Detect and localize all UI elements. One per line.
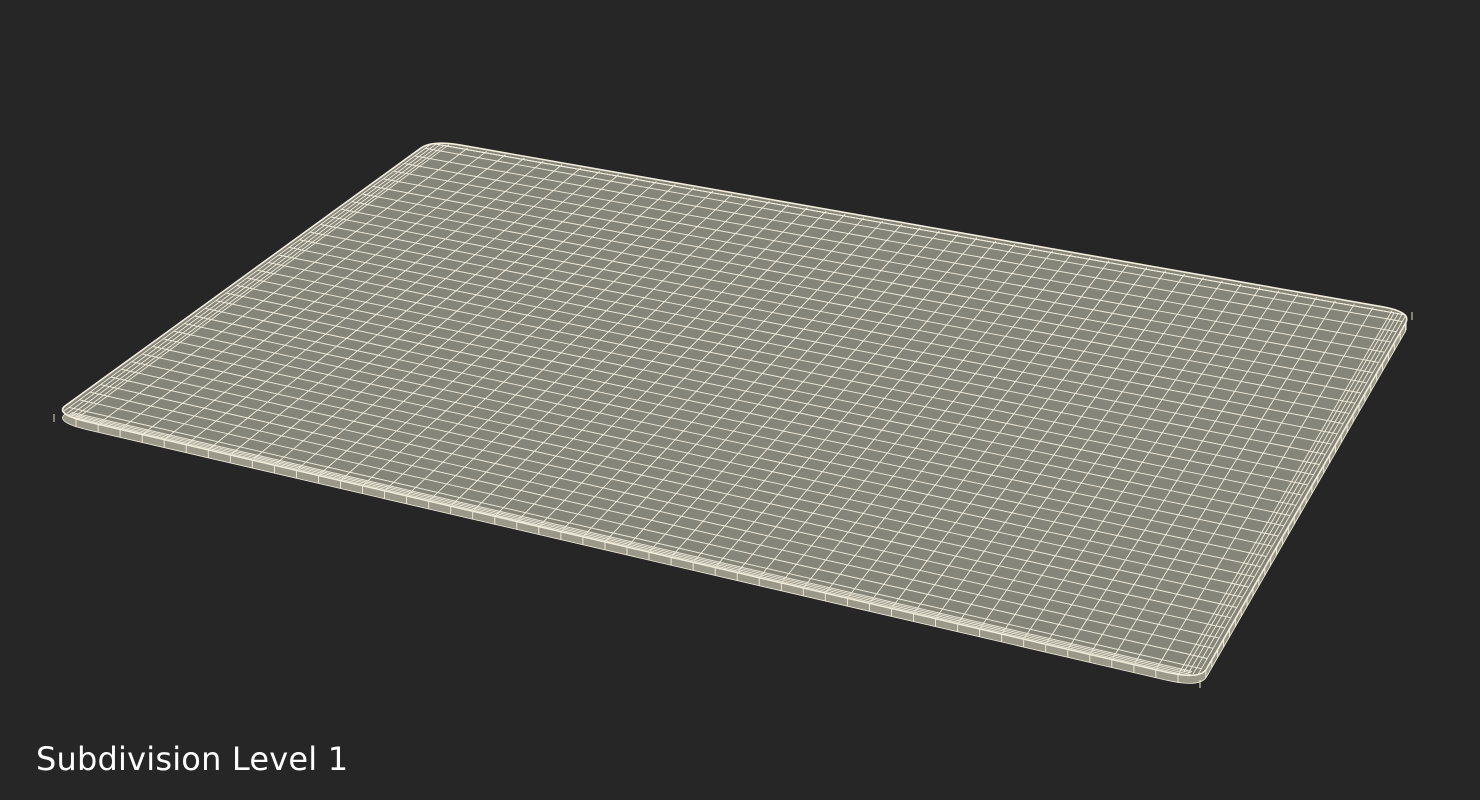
wireframe-render: [53, 142, 1413, 688]
subdivision-caption: Subdivision Level 1: [36, 740, 349, 778]
viewport: Subdivision Level 1: [0, 0, 1480, 800]
